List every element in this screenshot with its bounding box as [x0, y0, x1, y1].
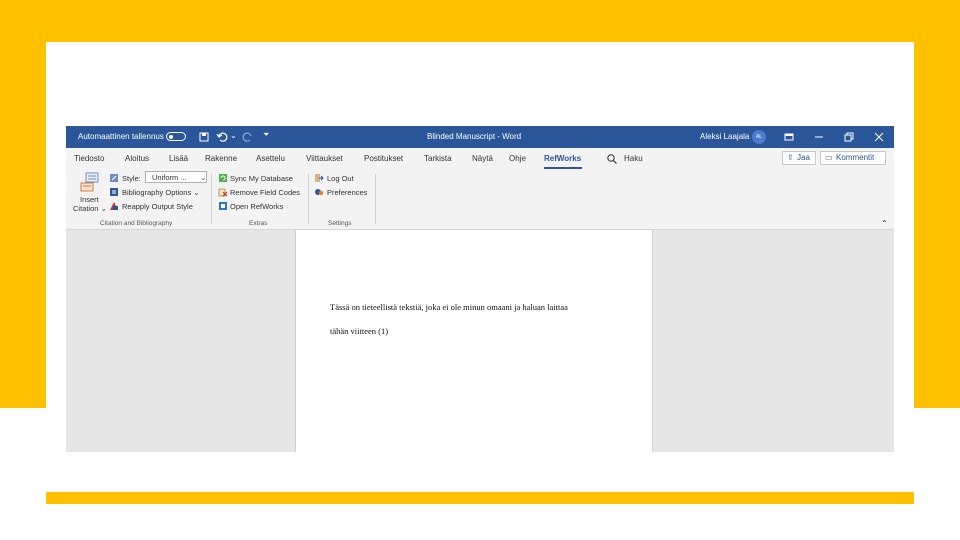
tab-tiedosto[interactable]: Tiedosto — [74, 154, 104, 163]
remove-field-codes-button[interactable]: Remove Field Codes — [230, 188, 300, 197]
document-text-line-2: tähän viitteen (1) — [330, 326, 389, 336]
comments-button[interactable]: ▭ Kommentit — [820, 151, 886, 165]
citation-label[interactable]: Citation ⌄ — [73, 204, 107, 213]
sync-icon — [219, 174, 227, 182]
customize-icon[interactable]: ⏷ — [263, 130, 269, 140]
autosave-label: Automaattinen tallennus — [78, 132, 164, 141]
redo-icon[interactable] — [242, 131, 254, 143]
slide-bottom-bar — [46, 492, 914, 504]
ribbon-display-icon[interactable] — [781, 129, 797, 145]
reapply-icon — [110, 202, 118, 210]
share-button[interactable]: ⇪ Jaa — [782, 151, 816, 165]
style-select[interactable]: Uniform ... ⌄ — [145, 171, 207, 183]
open-refworks-icon — [219, 202, 227, 210]
search-label[interactable]: Haku — [624, 154, 643, 163]
open-refworks-button[interactable]: Open RefWorks — [230, 202, 283, 211]
tab-ohje[interactable]: Ohje — [509, 154, 526, 163]
preferences-icon — [315, 189, 324, 196]
tab-asettelu[interactable]: Asettelu — [256, 154, 285, 163]
share-label: Jaa — [797, 153, 810, 162]
tab-lisaa[interactable]: Lisää — [169, 154, 188, 163]
ribbon: Insert Citation ⌄ Style: Uniform ... ⌄ B… — [66, 170, 894, 230]
tab-tarkista[interactable]: Tarkista — [424, 154, 452, 163]
group-label-citation: Citation and Bibliography — [100, 220, 173, 227]
tab-postitukset[interactable]: Postitukset — [364, 154, 403, 163]
user-name[interactable]: Aleksi Laajala — [700, 132, 749, 141]
ribbon-tabs: Tiedosto Aloitus Lisää Rakenne Asettelu … — [66, 148, 894, 170]
undo-dropdown-icon[interactable]: ⌄ — [230, 131, 237, 140]
title-bar: Automaattinen tallennus ⌄ ⏷ Blinded Manu… — [66, 126, 894, 148]
ribbon-separator — [211, 174, 212, 224]
group-label-extras: Extras — [249, 220, 268, 227]
document-text-line-1: Tässä on tieteellistä tekstiä, joka ei o… — [330, 302, 568, 312]
insert-citation-icon[interactable] — [80, 172, 100, 192]
search-icon[interactable] — [606, 153, 618, 165]
ribbon-separator — [375, 174, 376, 224]
save-icon[interactable] — [198, 131, 210, 143]
tab-aloitus[interactable]: Aloitus — [125, 154, 149, 163]
bibliography-icon — [110, 188, 118, 196]
undo-icon[interactable] — [216, 131, 228, 143]
style-icon — [110, 174, 118, 182]
insert-label[interactable]: Insert — [80, 195, 99, 204]
document-area: Tässä on tieteellistä tekstiä, joka ei o… — [66, 230, 894, 452]
comments-label: Kommentit — [836, 153, 875, 162]
log-out-button[interactable]: Log Out — [327, 174, 354, 183]
tab-viittaukset[interactable]: Viittaukset — [306, 154, 343, 163]
tab-rakenne[interactable]: Rakenne — [205, 154, 237, 163]
share-icon: ⇪ — [787, 153, 794, 162]
document-title: Blinded Manuscript - Word — [427, 132, 522, 141]
avatar[interactable]: AL — [752, 130, 766, 144]
tab-nayta[interactable]: Näytä — [472, 154, 493, 163]
style-label: Style: — [122, 174, 141, 183]
word-window: Automaattinen tallennus ⌄ ⏷ Blinded Manu… — [66, 126, 894, 452]
minimize-icon[interactable] — [811, 129, 827, 145]
style-value: Uniform ... — [152, 173, 187, 182]
log-out-icon — [315, 174, 324, 182]
autosave-toggle[interactable] — [166, 132, 186, 141]
sync-my-database-button[interactable]: Sync My Database — [230, 174, 293, 183]
document-page[interactable]: Tässä on tieteellistä tekstiä, joka ei o… — [295, 230, 653, 452]
active-tab-indicator — [544, 167, 582, 169]
close-icon[interactable] — [871, 129, 887, 145]
ribbon-separator — [308, 174, 309, 224]
group-label-settings: Settings — [328, 220, 352, 227]
reapply-output-style-button[interactable]: Reapply Output Style — [122, 202, 193, 211]
comment-icon: ▭ — [825, 153, 833, 162]
remove-field-codes-icon — [218, 188, 228, 197]
bibliography-options-button[interactable]: Bibliography Options ⌄ — [122, 188, 200, 197]
chevron-down-icon: ⌄ — [200, 173, 207, 182]
tab-refworks[interactable]: RefWorks — [544, 154, 581, 163]
restore-icon[interactable] — [841, 129, 857, 145]
collapse-ribbon-icon[interactable]: ⌃ — [881, 219, 888, 228]
preferences-button[interactable]: Preferences — [327, 188, 367, 197]
